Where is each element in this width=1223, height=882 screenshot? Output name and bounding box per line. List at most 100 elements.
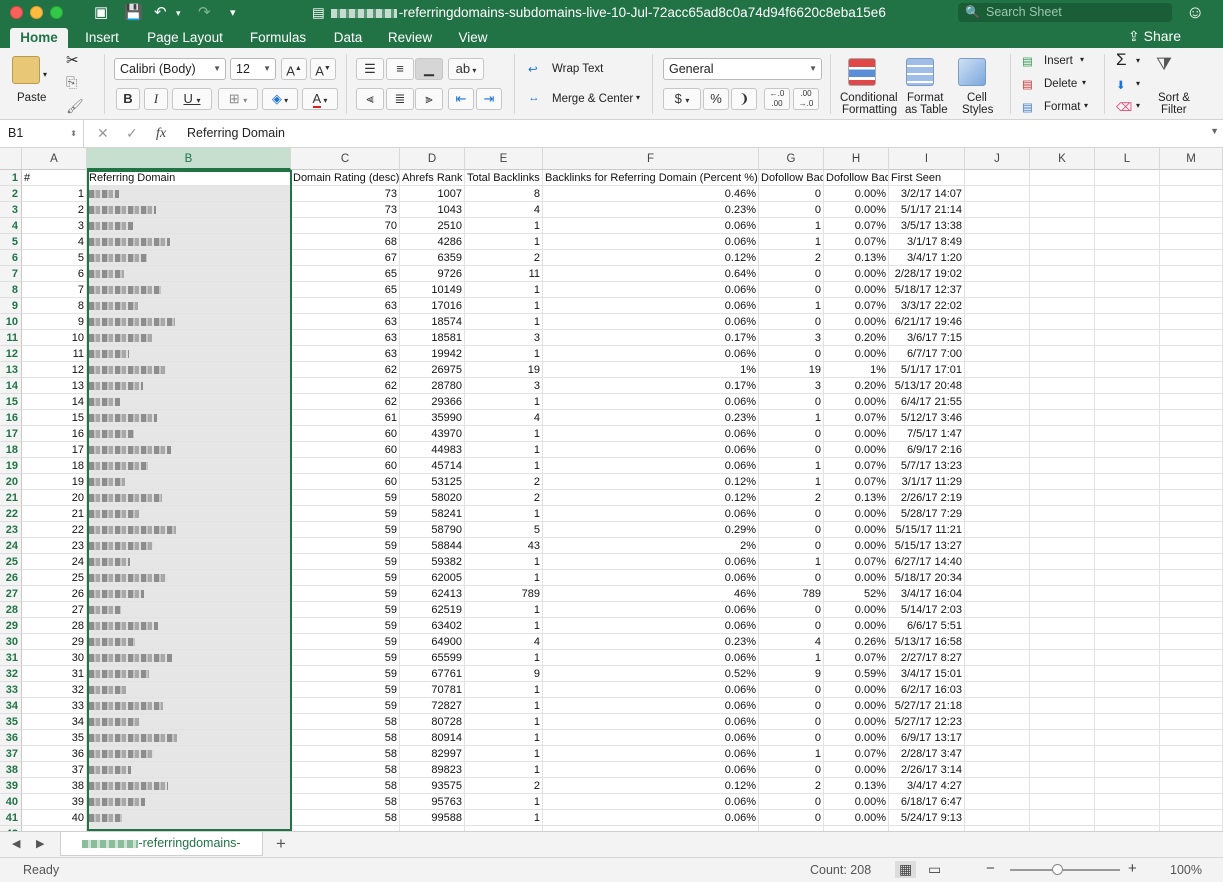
currency-button[interactable]: $ ▾ bbox=[663, 88, 701, 110]
cell[interactable] bbox=[1160, 538, 1223, 554]
cell[interactable] bbox=[965, 426, 1030, 442]
cell[interactable]: 1% bbox=[824, 362, 889, 378]
cell[interactable]: 1 bbox=[465, 458, 543, 474]
cell[interactable]: 6 bbox=[22, 266, 87, 282]
cell[interactable]: 0 bbox=[759, 266, 824, 282]
tab-view[interactable]: View bbox=[452, 28, 494, 48]
cell[interactable]: 0.13% bbox=[824, 250, 889, 266]
cell[interactable]: 60 bbox=[291, 458, 400, 474]
cell[interactable]: 0.06% bbox=[543, 746, 759, 762]
insert-cells-button[interactable]: Insert bbox=[1044, 55, 1073, 67]
row-header[interactable]: 28 bbox=[0, 602, 22, 618]
column-header-h[interactable]: H bbox=[824, 148, 889, 170]
cell[interactable] bbox=[87, 746, 291, 762]
cell[interactable]: 26 bbox=[22, 586, 87, 602]
cell[interactable]: 58 bbox=[291, 810, 400, 826]
cell[interactable]: 3/1/17 11:29 bbox=[889, 474, 965, 490]
clear-dropdown-icon[interactable]: ▾ bbox=[1136, 101, 1140, 110]
sheet-tab-active[interactable]: -referringdomains- bbox=[60, 832, 263, 856]
cell[interactable] bbox=[1030, 426, 1095, 442]
cell[interactable]: 24 bbox=[22, 554, 87, 570]
cell[interactable]: 40 bbox=[22, 810, 87, 826]
cell[interactable]: 59 bbox=[291, 490, 400, 506]
cell[interactable] bbox=[965, 538, 1030, 554]
row-header[interactable]: 41 bbox=[0, 810, 22, 826]
row-header[interactable]: 29 bbox=[0, 618, 22, 634]
cell[interactable]: 0.06% bbox=[543, 314, 759, 330]
cell[interactable]: 16 bbox=[22, 426, 87, 442]
cell[interactable] bbox=[1030, 602, 1095, 618]
cell[interactable] bbox=[1160, 218, 1223, 234]
cell[interactable] bbox=[965, 474, 1030, 490]
cell[interactable]: 63 bbox=[291, 330, 400, 346]
cell[interactable]: 0.07% bbox=[824, 554, 889, 570]
cell[interactable]: 5/15/17 13:27 bbox=[889, 538, 965, 554]
row-header[interactable]: 27 bbox=[0, 586, 22, 602]
cell[interactable]: 38 bbox=[22, 778, 87, 794]
cell[interactable] bbox=[965, 666, 1030, 682]
cell[interactable] bbox=[1160, 570, 1223, 586]
cell[interactable]: 0 bbox=[759, 538, 824, 554]
cell[interactable]: 59 bbox=[291, 506, 400, 522]
cell[interactable]: 0.00% bbox=[824, 522, 889, 538]
cell[interactable]: 0.07% bbox=[824, 218, 889, 234]
cell[interactable]: 60 bbox=[291, 426, 400, 442]
cell[interactable]: 8 bbox=[22, 298, 87, 314]
cell[interactable]: 82997 bbox=[400, 746, 465, 762]
cell[interactable]: 1 bbox=[759, 474, 824, 490]
row-header[interactable]: 26 bbox=[0, 570, 22, 586]
cell[interactable]: 9 bbox=[759, 666, 824, 682]
cell[interactable]: 6/9/17 2:16 bbox=[889, 442, 965, 458]
cell[interactable]: 65 bbox=[291, 282, 400, 298]
cell[interactable]: 0.06% bbox=[543, 394, 759, 410]
header-cell[interactable]: Dofollow Backlinks bbox=[759, 170, 824, 186]
fill-icon[interactable]: ⬇ bbox=[1116, 78, 1126, 92]
cell[interactable]: 0.06% bbox=[543, 346, 759, 362]
cell[interactable] bbox=[965, 394, 1030, 410]
cell[interactable] bbox=[965, 634, 1030, 650]
cell[interactable]: 26975 bbox=[400, 362, 465, 378]
cell[interactable] bbox=[1160, 810, 1223, 826]
cell[interactable]: 59 bbox=[291, 570, 400, 586]
cell[interactable] bbox=[1095, 810, 1160, 826]
header-cell[interactable]: Backlinks for Referring Domain (Percent … bbox=[543, 170, 759, 186]
row-header[interactable]: 34 bbox=[0, 698, 22, 714]
insert-cells-icon[interactable]: ▤ bbox=[1022, 54, 1033, 68]
cell[interactable]: 45714 bbox=[400, 458, 465, 474]
tab-insert[interactable]: Insert bbox=[80, 28, 124, 48]
cell[interactable]: 18581 bbox=[400, 330, 465, 346]
cell[interactable] bbox=[1030, 266, 1095, 282]
cell[interactable]: 73 bbox=[291, 186, 400, 202]
cell[interactable] bbox=[1095, 426, 1160, 442]
cell[interactable] bbox=[1030, 522, 1095, 538]
cell[interactable]: 0.06% bbox=[543, 602, 759, 618]
cell[interactable]: 64900 bbox=[400, 634, 465, 650]
cell[interactable] bbox=[87, 442, 291, 458]
sort-filter-label-line2[interactable]: Filter bbox=[1161, 104, 1187, 116]
cell[interactable] bbox=[87, 458, 291, 474]
cell[interactable]: 58844 bbox=[400, 538, 465, 554]
cell[interactable] bbox=[1160, 314, 1223, 330]
cell[interactable]: 1 bbox=[759, 298, 824, 314]
cell[interactable]: 0.06% bbox=[543, 794, 759, 810]
cell[interactable] bbox=[87, 602, 291, 618]
cell[interactable]: 5/27/17 21:18 bbox=[889, 698, 965, 714]
column-header-l[interactable]: L bbox=[1095, 148, 1160, 170]
cell[interactable]: 43 bbox=[465, 538, 543, 554]
cell[interactable]: 0.06% bbox=[543, 506, 759, 522]
underline-button[interactable]: U ▾ bbox=[172, 88, 212, 110]
cell[interactable]: 0.06% bbox=[543, 218, 759, 234]
cell[interactable]: 0.06% bbox=[543, 234, 759, 250]
cell[interactable] bbox=[87, 426, 291, 442]
conditional-formatting-icon[interactable] bbox=[848, 58, 876, 86]
cell[interactable] bbox=[1030, 410, 1095, 426]
cell[interactable]: 0 bbox=[759, 730, 824, 746]
cell[interactable]: 0.06% bbox=[543, 458, 759, 474]
cell[interactable]: 60 bbox=[291, 442, 400, 458]
cell[interactable]: 0 bbox=[759, 202, 824, 218]
cell[interactable] bbox=[87, 586, 291, 602]
format-as-table-icon[interactable] bbox=[906, 58, 934, 86]
cell[interactable]: 1 bbox=[759, 218, 824, 234]
header-cell[interactable]: Domain Rating (desc) bbox=[291, 170, 400, 186]
cell[interactable]: 5/18/17 20:34 bbox=[889, 570, 965, 586]
